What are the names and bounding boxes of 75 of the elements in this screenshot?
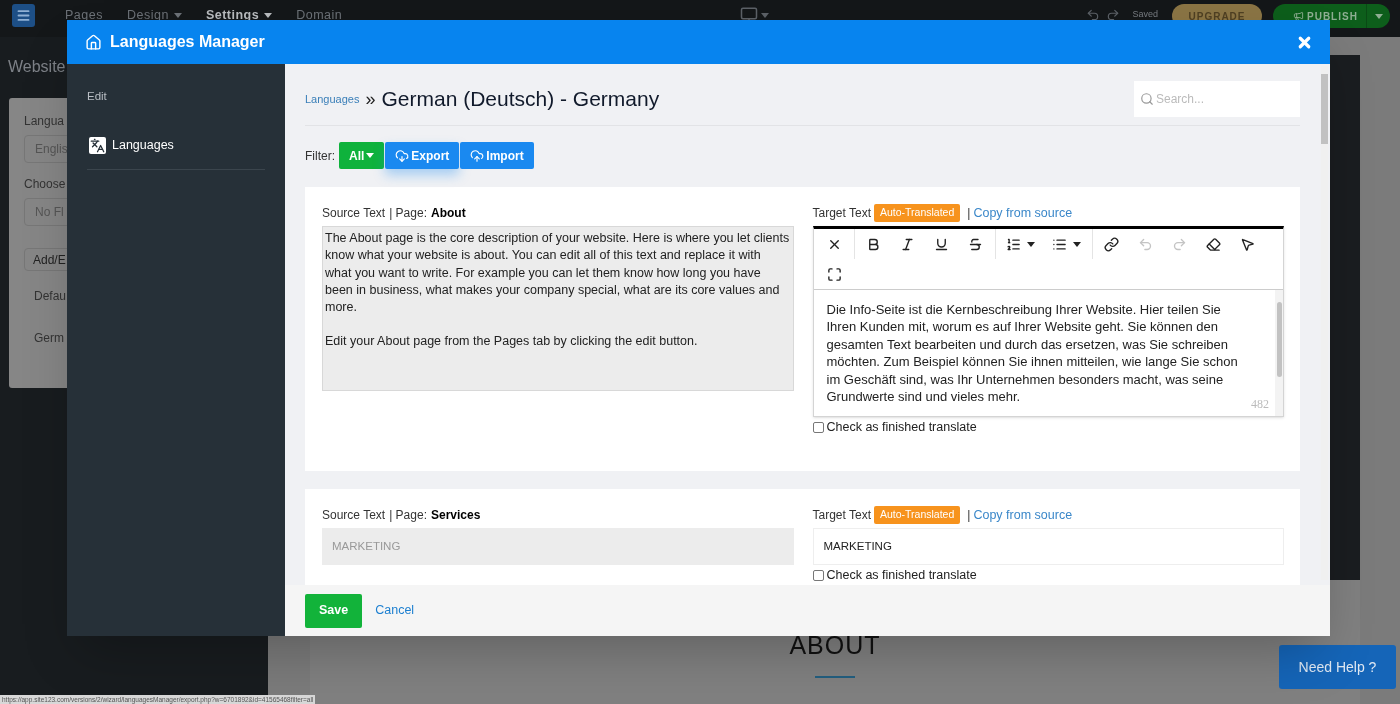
italic-icon	[900, 236, 915, 252]
fullscreen-icon	[827, 266, 842, 282]
link-icon	[1104, 236, 1119, 252]
target-text-area[interactable]: Die Info-Seite ist die Kernbeschreibung Ihrer Website. Hier teilen Sie Ihren Kunden mit, worum es auf Ihrer Website geht. Sie können den gesamten Text bearbeiten und durch das ersetzen, was Sie schreiben möchten. Zum Beispiel können Sie ihnen mitteilen, wie lange Sie schon im Geschäft sind, was Ihr Unternehmen besonders macht, was seine Grundwerte sind und vieles mehr.	[826, 301, 1239, 406]
scrollbar[interactable]	[1275, 290, 1283, 416]
caret-icon	[173, 12, 182, 18]
nav-tab[interactable]: Pages	[65, 5, 103, 25]
page-name: About	[430, 205, 466, 222]
checkbox-label: Check as finished translate	[826, 566, 977, 584]
undo-icon[interactable]	[1086, 8, 1101, 22]
caret-icon	[760, 12, 769, 18]
source-paragraph: Edit your About page from the Pages tab by clicking the edit button.	[325, 333, 699, 351]
target-label: Target Text	[812, 507, 871, 524]
page-label: | Page:	[389, 205, 427, 222]
search-field[interactable]: Search...	[1134, 81, 1300, 117]
translate-icon	[89, 136, 106, 154]
numbered-list-icon	[1006, 236, 1021, 252]
redo-icon[interactable]	[1106, 8, 1121, 22]
home-icon	[85, 33, 102, 51]
separator-text: |	[967, 507, 971, 524]
bold-icon	[866, 236, 881, 252]
save-status: Saved	[1132, 8, 1158, 22]
page-name: Services	[430, 507, 481, 524]
page-title: Website	[8, 57, 67, 77]
auto-translated-badge: Auto-Translated	[874, 506, 961, 524]
export-button[interactable]: Export	[385, 142, 460, 169]
nav-tab[interactable]: Domain	[296, 5, 343, 25]
sidebar-item[interactable]: Languages	[87, 123, 265, 171]
undo-icon	[1138, 236, 1153, 252]
copy-from-source-link[interactable]: Copy from source	[973, 505, 1073, 525]
redo-icon	[1172, 236, 1187, 252]
checkbox[interactable]	[812, 421, 824, 433]
caret-icon	[1073, 241, 1081, 247]
caret-icon	[1374, 13, 1383, 19]
breadcrumb-separator: »	[365, 87, 376, 111]
cancel-link[interactable]: Cancel	[375, 601, 415, 620]
nav-tab[interactable]: Design	[126, 5, 182, 25]
nav-tab[interactable]: Settings	[205, 5, 273, 25]
caret-icon	[1027, 241, 1035, 247]
checkbox-label: Check as finished translate	[826, 418, 977, 436]
source-label: Source Text	[322, 507, 386, 524]
strikethrough-icon	[968, 236, 983, 252]
separator-text: |	[967, 205, 971, 222]
import-button[interactable]: Import	[460, 142, 534, 169]
source-paragraph: MARKETING	[332, 538, 401, 554]
bullet-list-icon	[1052, 236, 1067, 252]
field-label: Langua	[24, 113, 66, 130]
dialog-scrollbar[interactable]	[1321, 66, 1328, 580]
save-button[interactable]: Save	[305, 593, 363, 628]
filter-label: Filter:	[305, 147, 335, 165]
source-paragraph: The About page is the core description of your website. Here is where you let clients know what your website is about. You can edit all of this text and replace it with what you want to write. For example you can let them know how long you have been in business, what makes your company special, what are its core values and more.	[325, 230, 791, 317]
filter-dropdown[interactable]: All	[339, 142, 385, 169]
copy-from-source-link[interactable]: Copy from source	[973, 203, 1073, 223]
language-title: German (Deutsch) - Germany	[381, 86, 660, 113]
cloud-upload-icon	[470, 148, 485, 163]
megaphone-icon	[1293, 10, 1304, 22]
field-label: Choose	[24, 176, 67, 193]
dialog-title: Languages Manager	[110, 32, 265, 52]
caret-icon	[366, 153, 375, 158]
preview-heading: ABOUT	[789, 632, 881, 658]
search-icon	[1140, 92, 1154, 106]
eraser-icon	[1206, 236, 1221, 252]
checkbox[interactable]	[812, 569, 824, 581]
target-text-field[interactable]: MARKETING	[812, 528, 1284, 565]
auto-translated-badge: Auto-Translated	[874, 204, 961, 222]
caret-icon	[264, 12, 273, 18]
target-label: Target Text	[812, 205, 871, 222]
source-label: Source Text	[322, 205, 386, 222]
page-label: | Page:	[389, 507, 427, 524]
need-help-button[interactable]: Need Help ?	[1279, 645, 1396, 689]
underline-icon	[934, 236, 949, 252]
cloud-download-icon	[395, 148, 410, 163]
pointer-icon	[1240, 236, 1255, 252]
breadcrumb-link[interactable]: Languages	[305, 90, 360, 108]
sidebar-heading: Edit	[87, 89, 108, 104]
